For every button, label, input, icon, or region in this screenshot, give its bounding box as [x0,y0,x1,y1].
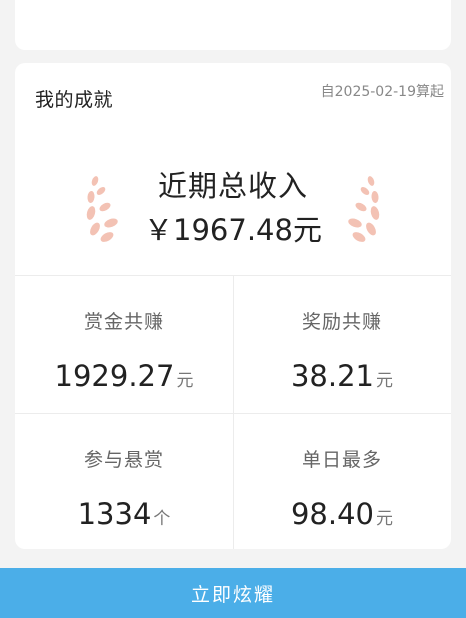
previous-card [15,0,451,50]
card-title: 我的成就 [35,89,114,111]
stat-reward-earned: 奖励共赚 38.21 元 [233,275,451,413]
show-off-button[interactable]: 立即炫耀 [0,568,466,618]
stat-unit: 元 [176,371,194,391]
stat-number: 98.40 [290,497,375,531]
stat-number: 1334 [77,497,152,531]
stat-unit: 个 [153,509,171,529]
stat-value: 38.21 元 [233,359,451,393]
stat-value: 1334 个 [15,497,233,531]
stat-label: 奖励共赚 [301,311,382,333]
achievement-card: 我的成就 自2025-02-19算起 近期总收入 ￥1967.48元 赏金共赚 … [15,63,451,549]
stat-bounty-earned: 赏金共赚 1929.27 元 [15,275,233,413]
stat-number: 38.21 [290,359,375,393]
stat-unit: 元 [376,371,394,391]
stat-label: 单日最多 [301,449,382,471]
stat-value: 1929.27 元 [15,359,233,393]
total-income-label: 近期总收入 [157,169,308,203]
stat-label: 参与悬赏 [83,449,164,471]
stat-bounties-joined: 参与悬赏 1334 个 [15,413,233,549]
stat-label: 赏金共赚 [83,311,164,333]
stat-daily-max: 单日最多 98.40 元 [233,413,451,549]
total-income-value: ￥1967.48元 [144,213,322,247]
stat-value: 98.40 元 [233,497,451,531]
since-date: 自2025-02-19算起 [320,84,444,100]
stat-unit: 元 [376,509,394,529]
total-income-section: 近期总收入 ￥1967.48元 [15,143,451,273]
stat-number: 1929.27 [54,359,175,393]
